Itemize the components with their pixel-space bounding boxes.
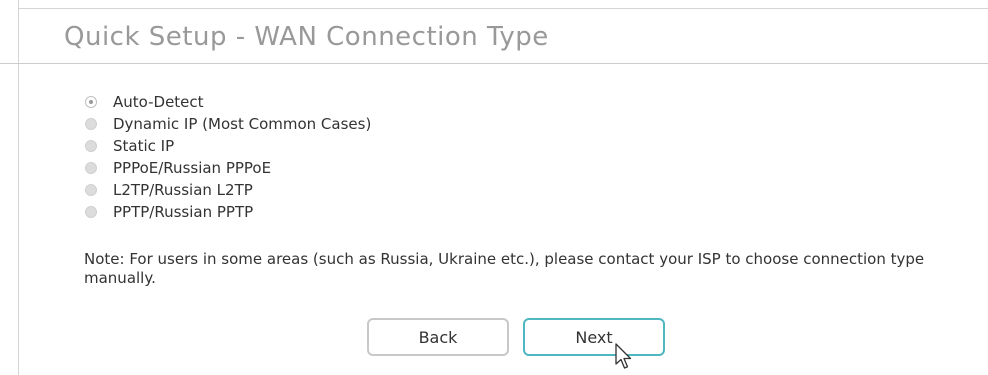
page-title: Quick Setup - WAN Connection Type (64, 22, 549, 52)
option-auto-detect[interactable]: Auto-Detect (84, 91, 371, 113)
radio-static-ip[interactable] (85, 140, 97, 152)
option-pptp[interactable]: PPTP/Russian PPTP (84, 201, 371, 223)
quick-setup-panel: Quick Setup - WAN Connection Type Auto-D… (0, 0, 988, 375)
panel-top-border (18, 8, 988, 9)
radio-pptp[interactable] (85, 206, 97, 218)
title-divider (0, 63, 988, 64)
option-label: PPTP/Russian PPTP (113, 203, 254, 221)
note-label: Note: (84, 250, 125, 268)
option-label: L2TP/Russian L2TP (113, 181, 253, 199)
option-dynamic-ip[interactable]: Dynamic IP (Most Common Cases) (84, 113, 371, 135)
next-button[interactable]: Next (523, 318, 665, 356)
radio-pppoe[interactable] (85, 162, 97, 174)
wan-type-options: Auto-Detect Dynamic IP (Most Common Case… (84, 91, 371, 223)
back-button[interactable]: Back (367, 318, 509, 356)
option-label: Static IP (113, 137, 175, 155)
note-body: For users in some areas (such as Russia,… (84, 250, 925, 287)
note-text: Note: For users in some areas (such as R… (84, 250, 964, 288)
option-pppoe[interactable]: PPPoE/Russian PPPoE (84, 157, 371, 179)
option-label: Auto-Detect (113, 93, 204, 111)
radio-auto-detect[interactable] (85, 96, 97, 108)
panel-left-border (18, 0, 19, 375)
option-label: Dynamic IP (Most Common Cases) (113, 115, 372, 133)
option-static-ip[interactable]: Static IP (84, 135, 371, 157)
mouse-pointer-icon (615, 343, 632, 369)
radio-l2tp[interactable] (85, 184, 97, 196)
option-label: PPPoE/Russian PPPoE (113, 159, 272, 177)
radio-dynamic-ip[interactable] (85, 118, 97, 130)
option-l2tp[interactable]: L2TP/Russian L2TP (84, 179, 371, 201)
